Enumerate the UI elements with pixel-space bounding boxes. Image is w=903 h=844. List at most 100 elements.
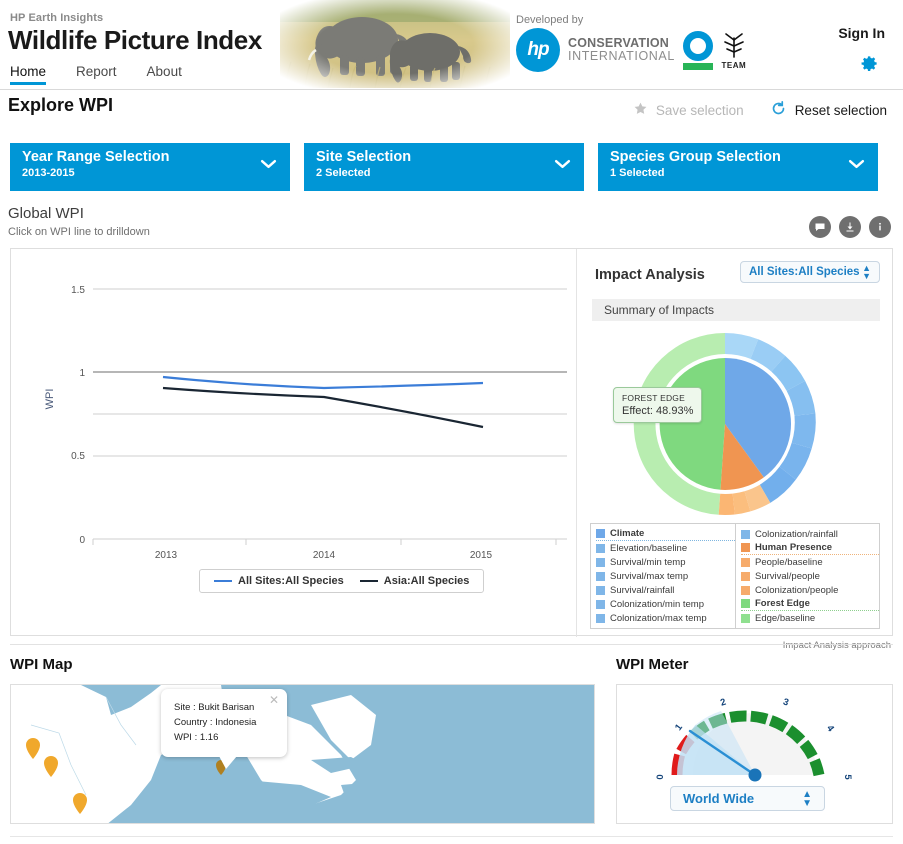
legend-item-asia[interactable]: Asia:All Species — [359, 575, 469, 587]
color-swatch-icon — [741, 613, 750, 623]
wpi-line-chart[interactable]: 1.5 1 0.5 0 WPI 2013 2014 2015 All Sites… — [11, 249, 571, 637]
legend-label: Colonization/rainfall — [755, 528, 838, 540]
legend-label: People/baseline — [755, 556, 823, 568]
page-footer-divider — [10, 836, 893, 837]
reset-selection-button[interactable]: Reset selection — [770, 100, 887, 120]
chevron-down-icon — [554, 157, 571, 175]
section-divider — [10, 644, 893, 645]
gear-icon[interactable] — [860, 54, 879, 78]
legend-label: Human Presence — [755, 542, 833, 553]
page-title: Wildlife Picture Index — [8, 25, 262, 55]
svg-text:4: 4 — [824, 723, 836, 734]
global-wpi-subtitle: Click on WPI line to drilldown — [8, 226, 150, 238]
wpi-meter-title: WPI Meter — [616, 656, 689, 673]
popup-wpi: WPI : 1.16 — [174, 732, 219, 743]
legend-item[interactable]: Colonization/max temp — [596, 611, 735, 625]
conservation-international-logo: CONSERVATION INTERNATIONAL — [568, 37, 675, 63]
legend-item[interactable]: Colonization/min temp — [596, 597, 735, 611]
elephant-banner-image — [280, 0, 510, 88]
legend-label-all-sites: All Sites:All Species — [238, 575, 344, 587]
team-logo: TEAM — [721, 31, 747, 70]
impacts-donut-chart[interactable] — [625, 327, 825, 527]
legend-item-all-sites[interactable]: All Sites:All Species — [214, 575, 344, 587]
svg-text:0: 0 — [79, 535, 85, 546]
legend-item[interactable]: Survival/max temp — [596, 569, 735, 583]
global-wpi-title: Global WPI — [8, 205, 84, 222]
reset-selection-label: Reset selection — [794, 102, 887, 118]
explore-toolbar: Explore WPI Save selection Reset selecti… — [0, 90, 903, 134]
wpi-meter: 0 1 2 3 4 5 World Wide ▲ ▼ — [616, 684, 893, 824]
impact-analysis-approach-link[interactable]: Impact Analysis approach — [783, 640, 891, 651]
ci-line-2: INTERNATIONAL — [568, 49, 675, 63]
year-range-selector[interactable]: Year Range Selection 2013-2015 — [10, 143, 290, 191]
legend-item[interactable]: Survival/people — [741, 569, 879, 583]
wpi-gauge: 0 1 2 3 4 5 — [655, 697, 853, 782]
close-icon-glyph[interactable]: ✕ — [269, 693, 279, 708]
impact-analysis-panel: Impact Analysis All Sites:All Species ▲ ▼… — [576, 249, 894, 637]
color-swatch-icon — [741, 543, 750, 552]
legend-item[interactable]: Colonization/rainfall — [741, 527, 879, 541]
download-icon[interactable] — [839, 216, 861, 238]
impact-legend: Climate Elevation/baseline Survival/min … — [590, 523, 880, 629]
legend-item[interactable]: Survival/min temp — [596, 555, 735, 569]
popup-country: Country : Indonesia — [174, 717, 257, 728]
legend-item[interactable]: Edge/baseline — [741, 611, 879, 625]
color-swatch-icon — [741, 557, 750, 567]
legend-item[interactable]: Survival/rainfall — [596, 583, 735, 597]
species-group-selector[interactable]: Species Group Selection 1 Selected — [598, 143, 878, 191]
meter-scope-select[interactable]: World Wide ▲ ▼ — [670, 786, 825, 811]
chart-legend: All Sites:All Species Asia:All Species — [199, 569, 485, 593]
save-selection-label: Save selection — [655, 102, 744, 118]
svg-text:3: 3 — [782, 697, 790, 709]
legend-label: Climate — [610, 528, 645, 539]
color-swatch-icon — [596, 613, 605, 623]
info-icon[interactable] — [869, 216, 891, 238]
legend-item[interactable]: People/baseline — [741, 555, 879, 569]
svg-text:2: 2 — [719, 697, 727, 709]
svg-text:2013: 2013 — [155, 550, 178, 561]
save-selection-button[interactable]: Save selection — [633, 101, 744, 119]
brand-subtitle: HP Earth Insights — [10, 12, 104, 24]
map-site-popup: close-icon ✕ Site : Bukit Barisan Countr… — [161, 689, 287, 769]
tooltip-effect: Effect: 48.93% — [622, 405, 694, 417]
color-swatch-icon — [596, 543, 605, 553]
chevron-down-icon — [848, 157, 865, 175]
site-selector[interactable]: Site Selection 2 Selected — [304, 143, 584, 191]
legend-label: Survival/people — [755, 570, 820, 582]
chevron-down-icon — [260, 157, 277, 175]
nav-item-home[interactable]: Home — [10, 64, 47, 85]
legend-item[interactable]: Colonization/people — [741, 583, 879, 597]
nav-item-report[interactable]: Report — [76, 64, 117, 85]
legend-swatch-asia — [359, 579, 378, 583]
team-label: TEAM — [721, 60, 747, 70]
color-swatch-icon — [596, 557, 605, 567]
impact-scope-select[interactable]: All Sites:All Species ▲ ▼ — [740, 261, 880, 283]
comment-icon[interactable] — [809, 216, 831, 238]
nav-item-about[interactable]: About — [147, 64, 182, 85]
color-swatch-icon — [596, 529, 605, 538]
legend-item[interactable]: Climate — [596, 527, 735, 541]
svg-text:WPI: WPI — [44, 389, 56, 410]
color-swatch-icon — [596, 599, 605, 609]
legend-item[interactable]: Human Presence — [741, 541, 879, 555]
impact-analysis-title: Impact Analysis — [595, 267, 705, 283]
color-swatch-icon — [741, 585, 750, 595]
year-range-title: Year Range Selection — [22, 149, 170, 165]
legend-label: Survival/rainfall — [610, 584, 675, 596]
legend-label: Forest Edge — [755, 598, 810, 609]
svg-text:1: 1 — [79, 368, 85, 379]
team-plant-icon — [724, 32, 744, 58]
sign-in-button[interactable]: Sign In — [838, 25, 885, 41]
wpi-map[interactable]: close-icon ✕ Site : Bukit Barisan Countr… — [10, 684, 595, 824]
selection-actions: Save selection Reset selection — [633, 100, 887, 120]
svg-text:0: 0 — [655, 774, 666, 779]
color-swatch-icon — [741, 571, 750, 581]
donut-tooltip: FOREST EDGE Effect: 48.93% — [613, 387, 703, 423]
legend-label: Survival/max temp — [610, 570, 689, 582]
svg-text:5: 5 — [842, 774, 853, 780]
legend-item[interactable]: Elevation/baseline — [596, 541, 735, 555]
star-icon — [633, 101, 648, 119]
site-selection-title: Site Selection — [316, 149, 412, 165]
global-wpi-panel: 1.5 1 0.5 0 WPI 2013 2014 2015 All Sites… — [10, 248, 894, 637]
legend-item[interactable]: Forest Edge — [741, 597, 879, 611]
